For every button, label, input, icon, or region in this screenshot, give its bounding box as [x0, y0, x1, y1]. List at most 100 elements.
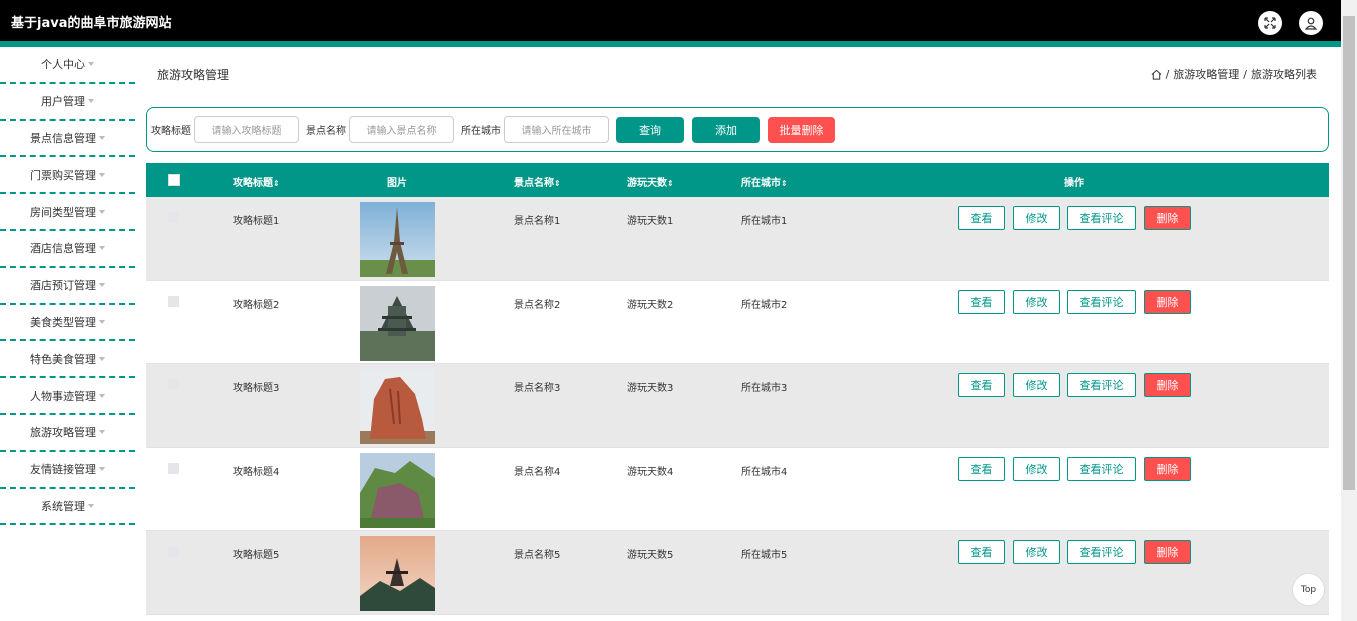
- scrollbar-thumb[interactable]: [1343, 16, 1355, 490]
- user-button[interactable]: [1299, 11, 1323, 35]
- cell-city: 所在城市1: [741, 216, 788, 227]
- view-comments-button[interactable]: 查看评论: [1067, 289, 1136, 314]
- row-checkbox[interactable]: [168, 295, 179, 307]
- column-header-title[interactable]: 攻略标题⇕: [233, 174, 280, 189]
- edit-button[interactable]: 修改: [1013, 206, 1060, 230]
- query-button[interactable]: 查询: [616, 116, 684, 143]
- sidebar-item-personal-center[interactable]: 个人中心: [0, 47, 135, 84]
- view-comments-button[interactable]: 查看评论: [1067, 206, 1136, 230]
- caret-down-icon: [88, 62, 94, 67]
- sort-icon: ⇕: [667, 179, 674, 188]
- guide-image: [360, 536, 435, 611]
- caret-down-icon: [88, 503, 94, 508]
- top-header: 基于java的曲阜市旅游网站: [0, 0, 1341, 41]
- sidebar-item-food-types[interactable]: 美食类型管理: [0, 305, 135, 342]
- sidebar-item-label: 友情链接管理: [30, 463, 96, 477]
- sidebar-item-room-types[interactable]: 房间类型管理: [0, 194, 135, 231]
- view-comments-button[interactable]: 查看评论: [1067, 373, 1136, 397]
- delete-button[interactable]: 删除: [1144, 289, 1191, 314]
- breadcrumb: / 旅游攻略管理 / 旅游攻略列表: [1151, 66, 1317, 82]
- view-button[interactable]: 查看: [958, 456, 1005, 481]
- spot-filter-label: 景点名称: [306, 126, 346, 137]
- sidebar-item-hotel-booking[interactable]: 酒店预订管理: [0, 268, 135, 305]
- cell-days: 游玩天数5: [627, 550, 674, 561]
- fullscreen-button[interactable]: [1258, 11, 1282, 35]
- edit-button[interactable]: 修改: [1013, 289, 1060, 314]
- row-checkbox[interactable]: [168, 546, 179, 557]
- view-comments-button[interactable]: 查看评论: [1067, 540, 1136, 564]
- row-checkbox[interactable]: [168, 462, 179, 474]
- select-all-checkbox[interactable]: [168, 174, 180, 186]
- row-checkbox[interactable]: [168, 379, 179, 390]
- caret-down-icon: [99, 172, 105, 177]
- add-button[interactable]: 添加: [692, 116, 760, 143]
- sidebar-item-label: 门票购买管理: [30, 168, 96, 182]
- back-to-top-button[interactable]: Top: [1292, 573, 1325, 606]
- edit-button[interactable]: 修改: [1013, 373, 1060, 397]
- cell-city: 所在城市3: [741, 383, 788, 394]
- sidebar-item-tickets[interactable]: 门票购买管理: [0, 157, 135, 195]
- delete-button[interactable]: 删除: [1144, 206, 1191, 230]
- delete-button[interactable]: 删除: [1144, 373, 1191, 397]
- sidebar-item-label: 系统管理: [41, 499, 85, 513]
- table-header: 攻略标题⇕ 图片 景点名称⇕ 游玩天数⇕ 所在城市⇕ 操作: [146, 163, 1329, 197]
- user-icon: [1304, 17, 1318, 30]
- sidebar-item-label: 酒店信息管理: [30, 242, 96, 256]
- cell-spot: 景点名称4: [514, 466, 561, 478]
- sidebar-item-hotels[interactable]: 酒店信息管理: [0, 231, 135, 268]
- cell-city: 所在城市2: [741, 299, 788, 311]
- sidebar-item-label: 个人中心: [41, 58, 85, 72]
- sidebar-item-travel-guides[interactable]: 旅游攻略管理: [0, 415, 135, 452]
- sidebar-item-links[interactable]: 友情链接管理: [0, 452, 135, 489]
- title-filter-label: 攻略标题: [151, 126, 191, 137]
- breadcrumb-separator: /: [1165, 67, 1170, 81]
- cell-days: 游玩天数3: [627, 383, 674, 394]
- sidebar-item-label: 景点信息管理: [30, 131, 96, 145]
- city-search-input[interactable]: 请输入所在城市: [504, 116, 609, 143]
- home-icon[interactable]: [1151, 69, 1162, 80]
- caret-down-icon: [99, 283, 105, 288]
- caret-down-icon: [99, 135, 105, 140]
- view-button[interactable]: 查看: [958, 206, 1005, 230]
- caret-down-icon: [99, 209, 105, 214]
- column-header-image: 图片: [387, 178, 407, 189]
- column-header-spot[interactable]: 景点名称⇕: [514, 174, 561, 189]
- edit-button[interactable]: 修改: [1013, 456, 1060, 481]
- spot-search-input[interactable]: 请输入景点名称: [349, 116, 454, 143]
- caret-down-icon: [99, 319, 105, 324]
- sidebar-item-scenic-spots[interactable]: 景点信息管理: [0, 121, 135, 158]
- sidebar-item-specialty-food[interactable]: 特色美食管理: [0, 341, 135, 379]
- page-title: 旅游攻略管理: [157, 68, 230, 82]
- sidebar: 个人中心 用户管理 景点信息管理 门票购买管理 房间类型管理 酒店信息管理 酒店…: [0, 47, 135, 526]
- view-button[interactable]: 查看: [958, 289, 1005, 314]
- view-button[interactable]: 查看: [958, 540, 1005, 564]
- breadcrumb-item: 旅游攻略列表: [1251, 68, 1317, 81]
- column-header-label: 景点名称: [514, 178, 554, 189]
- batch-delete-button[interactable]: 批量删除: [768, 116, 835, 143]
- delete-button[interactable]: 删除: [1144, 540, 1191, 564]
- title-search-input[interactable]: 请输入攻略标题: [194, 116, 299, 143]
- search-panel: 攻略标题 请输入攻略标题 景点名称 请输入景点名称 所在城市 请输入所在城市 查…: [146, 107, 1329, 152]
- view-comments-button[interactable]: 查看评论: [1067, 456, 1136, 481]
- cell-title: 攻略标题3: [233, 383, 280, 394]
- table-row: 攻略标题2 景点名称2 游玩天数2 所在城市2 查看 修改 查看评论 删除: [146, 280, 1329, 364]
- column-header-label: 攻略标题: [233, 178, 273, 189]
- sidebar-item-label: 人物事迹管理: [30, 389, 96, 403]
- column-header-city[interactable]: 所在城市⇕: [741, 174, 788, 189]
- page-scrollbar[interactable]: [1341, 0, 1357, 621]
- cell-days: 游玩天数2: [627, 299, 674, 311]
- row-checkbox[interactable]: [168, 212, 179, 223]
- column-header-label: 游玩天数: [627, 178, 667, 189]
- table-row: 攻略标题1 景点名称1 游玩天数1 所在城市1 查看 修改 查看评论 删除: [146, 197, 1329, 281]
- sidebar-item-figures[interactable]: 人物事迹管理: [0, 378, 135, 415]
- column-header-actions: 操作: [1064, 178, 1084, 189]
- edit-button[interactable]: 修改: [1013, 540, 1060, 564]
- cell-spot: 景点名称2: [514, 299, 561, 311]
- sidebar-item-label: 特色美食管理: [30, 352, 96, 366]
- column-header-days[interactable]: 游玩天数⇕: [627, 174, 674, 189]
- sidebar-item-system[interactable]: 系统管理: [0, 489, 135, 526]
- view-button[interactable]: 查看: [958, 373, 1005, 397]
- delete-button[interactable]: 删除: [1144, 456, 1191, 481]
- breadcrumb-item[interactable]: 旅游攻略管理: [1173, 66, 1239, 82]
- sidebar-item-users[interactable]: 用户管理: [0, 84, 135, 121]
